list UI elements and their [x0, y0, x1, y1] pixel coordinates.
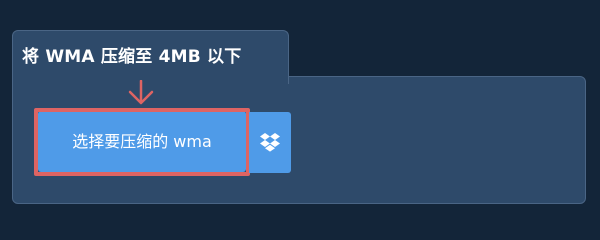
arrow-down-icon	[128, 80, 154, 105]
choose-file-button[interactable]: 选择要压缩的 wma	[38, 111, 246, 172]
tab-title: 将 WMA 压缩至 4MB 以下	[22, 47, 242, 67]
dropbox-icon	[260, 132, 280, 152]
dropbox-button[interactable]	[249, 112, 291, 173]
